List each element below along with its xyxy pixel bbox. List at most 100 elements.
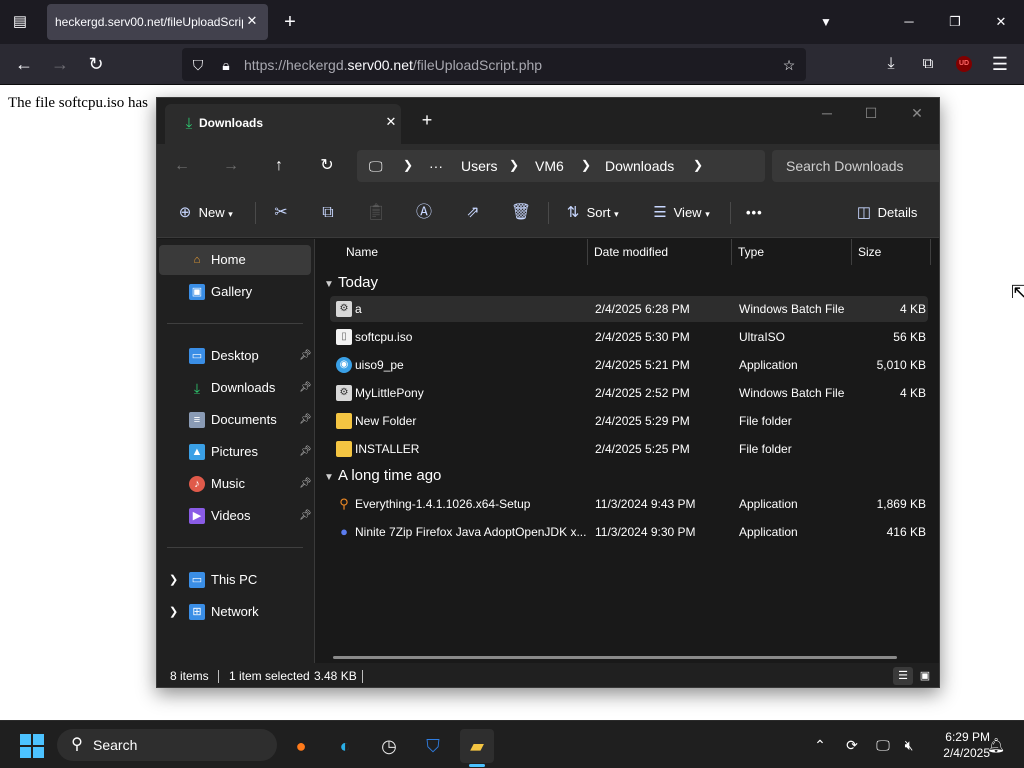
group-header-today[interactable]: ▼ Today: [324, 272, 378, 294]
ublock-extension-icon[interactable]: UD: [956, 56, 972, 72]
search-input[interactable]: Search Downloads: [772, 150, 939, 182]
maximize-icon[interactable]: ☐: [857, 102, 885, 124]
pin-icon[interactable]: 📌︎: [299, 501, 312, 531]
copy-icon[interactable]: ⧉: [317, 202, 339, 224]
close-tab-icon[interactable]: ✕: [383, 114, 399, 130]
close-tab-icon[interactable]: ✕: [244, 13, 260, 29]
details-button[interactable]: ◫ Details: [854, 202, 917, 224]
clock-app-icon[interactable]: ◷: [372, 729, 406, 763]
file-row[interactable]: ⚙ a 2/4/2025 6:28 PM Windows Batch File …: [330, 296, 928, 322]
minimize-icon[interactable]: ─: [894, 8, 924, 36]
file-row[interactable]: ● Ninite 7Zip Firefox Java AdoptOpenJDK …: [330, 519, 928, 545]
pin-icon[interactable]: 📌︎: [299, 341, 312, 371]
notification-bell-icon[interactable]: 🔔︎: [986, 735, 1006, 755]
monitor-icon[interactable]: 🖵︎: [369, 158, 383, 175]
close-window-icon[interactable]: ✕: [986, 8, 1016, 36]
refresh-icon[interactable]: ↻: [314, 154, 340, 178]
extensions-icon[interactable]: ⧉: [915, 51, 941, 77]
sidebar-item-gallery[interactable]: ▣ Gallery: [159, 277, 311, 307]
breadcrumb-users[interactable]: Users: [461, 158, 498, 174]
tiles-view-icon[interactable]: ▣: [915, 667, 935, 685]
file-row[interactable]: INSTALLER 2/4/2025 5:25 PM File folder: [330, 436, 928, 462]
paste-icon[interactable]: 📋︎: [365, 202, 387, 224]
defender-icon[interactable]: ⛉: [416, 729, 450, 763]
bookmark-star-icon[interactable]: ☆: [780, 56, 798, 74]
sidebar-item-this-pc[interactable]: ❯ ▭ This PC: [159, 565, 311, 595]
forward-icon[interactable]: →: [218, 154, 244, 178]
column-header-type[interactable]: Type: [738, 239, 764, 265]
view-button[interactable]: ☰ View ▾: [650, 202, 709, 224]
horizontal-scrollbar[interactable]: [333, 656, 897, 659]
column-header-size[interactable]: Size: [858, 239, 881, 265]
sidebar-item-videos[interactable]: ▶ Videos 📌︎: [159, 501, 312, 531]
firefox-icon[interactable]: ●: [284, 729, 318, 763]
column-divider[interactable]: [587, 239, 588, 265]
details-view-icon[interactable]: ☰: [893, 667, 913, 685]
breadcrumb[interactable]: 🖵︎ ❯ ··· Users ❯ VM6 ❯ Downloads ❯: [357, 150, 765, 182]
pin-icon[interactable]: 📌︎: [299, 373, 312, 403]
chevron-up-icon[interactable]: ⌃: [810, 735, 830, 755]
breadcrumb-vm6[interactable]: VM6: [535, 158, 564, 174]
shield-icon[interactable]: ⛉: [189, 56, 207, 74]
new-button[interactable]: ⊕ New ▾: [175, 202, 233, 224]
sidebar-item-desktop[interactable]: ▭ Desktop 📌︎: [159, 341, 312, 371]
reload-icon[interactable]: ↻: [83, 51, 109, 77]
rename-icon[interactable]: Ⓐ: [413, 202, 435, 224]
new-tab-button[interactable]: +: [280, 10, 300, 34]
column-header-name[interactable]: Name: [346, 239, 378, 265]
file-row[interactable]: ⚲ Everything-1.4.1.1026.x64-Setup 11/3/2…: [330, 491, 928, 517]
url-text[interactable]: https://heckergd.serv00.net/fileUploadSc…: [244, 57, 542, 73]
list-all-tabs-icon[interactable]: ▼: [816, 12, 836, 32]
breadcrumb-downloads[interactable]: Downloads: [605, 158, 674, 174]
network-tray-icon[interactable]: 🖵︎: [873, 735, 893, 755]
column-divider[interactable]: [851, 239, 852, 265]
cut-icon[interactable]: ✂: [270, 202, 292, 224]
taskbar-search[interactable]: ⚲ Search: [57, 729, 277, 761]
windows-start-icon[interactable]: [20, 734, 44, 758]
back-icon[interactable]: ←: [169, 154, 195, 178]
system-clock[interactable]: 6:29 PM 2/4/2025: [920, 729, 990, 761]
sidebar-item-pictures[interactable]: ▲ Pictures 📌︎: [159, 437, 312, 467]
tab-list-icon[interactable]: ▤: [8, 11, 32, 33]
download-icon[interactable]: ⤓: [878, 51, 904, 77]
share-icon[interactable]: ⇗: [462, 202, 484, 224]
more-crumbs-icon[interactable]: ···: [429, 158, 443, 174]
browser-tab[interactable]: heckergd.serv00.net/fileUploadScript.php…: [47, 4, 268, 40]
chevron-right-icon[interactable]: ❯: [693, 158, 703, 172]
file-row[interactable]: ⚙ MyLittlePony 2/4/2025 2:52 PM Windows …: [330, 380, 928, 406]
file-explorer-icon[interactable]: ▰: [460, 729, 494, 763]
volume-muted-icon[interactable]: 🔇︎: [899, 735, 919, 755]
pin-icon[interactable]: 📌︎: [299, 437, 312, 467]
sidebar-item-home[interactable]: ⌂ Home: [159, 245, 311, 275]
group-header-long-time-ago[interactable]: ▼ A long time ago: [324, 465, 441, 487]
new-tab-button[interactable]: +: [417, 110, 437, 130]
sidebar-item-documents[interactable]: ≡ Documents 📌︎: [159, 405, 312, 435]
forward-icon[interactable]: →: [47, 51, 73, 77]
chevron-right-icon[interactable]: ❯: [403, 158, 413, 172]
column-divider[interactable]: [930, 239, 931, 265]
restore-icon[interactable]: ❐: [940, 8, 970, 36]
pin-icon[interactable]: 📌︎: [299, 469, 312, 499]
sidebar-item-downloads[interactable]: ⤓ Downloads 📌︎: [159, 373, 312, 403]
close-window-icon[interactable]: ✕: [903, 102, 931, 124]
chevron-right-icon[interactable]: ❯: [581, 158, 591, 172]
minimize-icon[interactable]: ─: [813, 102, 841, 124]
column-divider[interactable]: [731, 239, 732, 265]
pin-icon[interactable]: 📌︎: [299, 405, 312, 435]
sidebar-item-music[interactable]: ♪ Music 📌︎: [159, 469, 312, 499]
explorer-tab[interactable]: ⤓ Downloads ✕: [165, 104, 401, 144]
column-header-date[interactable]: Date modified: [594, 239, 668, 265]
edge-icon[interactable]: ◐: [328, 729, 362, 763]
sort-button[interactable]: ⇅ Sort ▾: [563, 202, 619, 224]
chevron-right-icon[interactable]: ❯: [169, 565, 178, 595]
chevron-right-icon[interactable]: ❯: [509, 158, 519, 172]
file-row[interactable]: ◉ uiso9_pe 2/4/2025 5:21 PM Application …: [330, 352, 928, 378]
more-options-button[interactable]: •••: [746, 202, 763, 224]
chevron-right-icon[interactable]: ❯: [169, 597, 178, 627]
file-row[interactable]: ▯ softcpu.iso 2/4/2025 5:30 PM UltraISO …: [330, 324, 928, 350]
file-row[interactable]: New Folder 2/4/2025 5:29 PM File folder: [330, 408, 928, 434]
sidebar-item-network[interactable]: ❯ ⊞ Network: [159, 597, 311, 627]
menu-icon[interactable]: ☰: [987, 51, 1013, 77]
lock-icon[interactable]: 🔒︎: [217, 56, 235, 74]
up-icon[interactable]: ↑: [266, 154, 292, 178]
